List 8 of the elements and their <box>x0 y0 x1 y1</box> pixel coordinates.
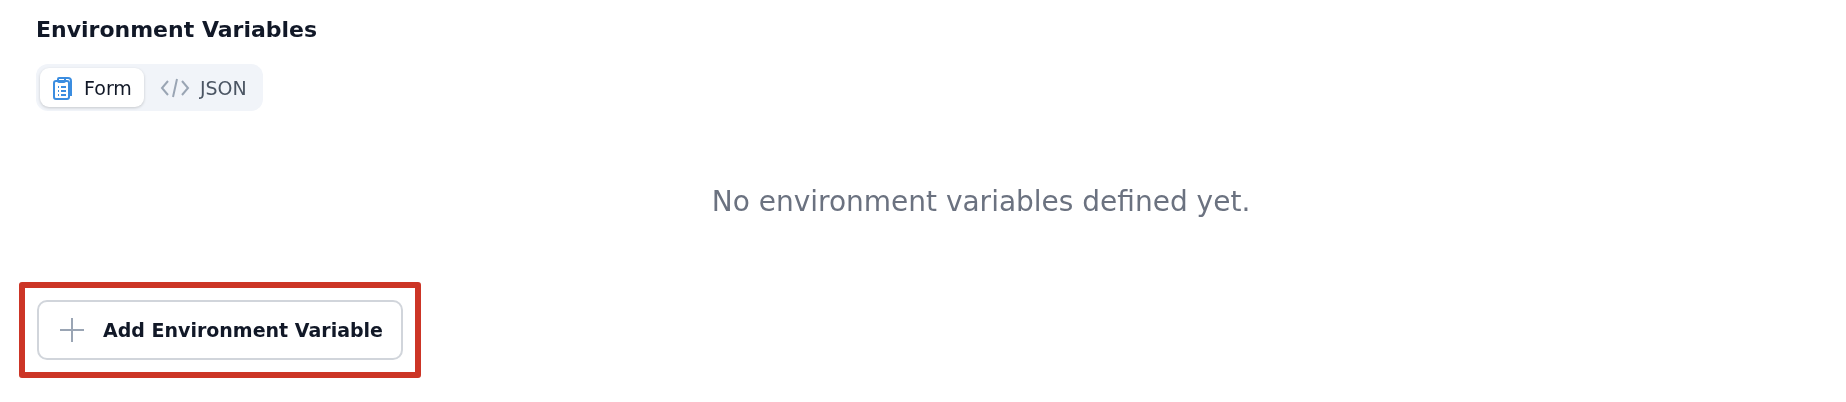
view-tab[interactable]: JSON <box>147 68 259 107</box>
section-title: Environment Variables <box>36 16 318 44</box>
view-tab[interactable]: Form <box>40 68 144 107</box>
plus-icon <box>59 317 85 343</box>
clipboard-icon <box>52 74 74 101</box>
add-variable-button[interactable]: Add Environment Variable <box>37 300 403 360</box>
empty-message: No environment variables defined yet. <box>711 185 1251 218</box>
code-icon <box>159 76 190 99</box>
